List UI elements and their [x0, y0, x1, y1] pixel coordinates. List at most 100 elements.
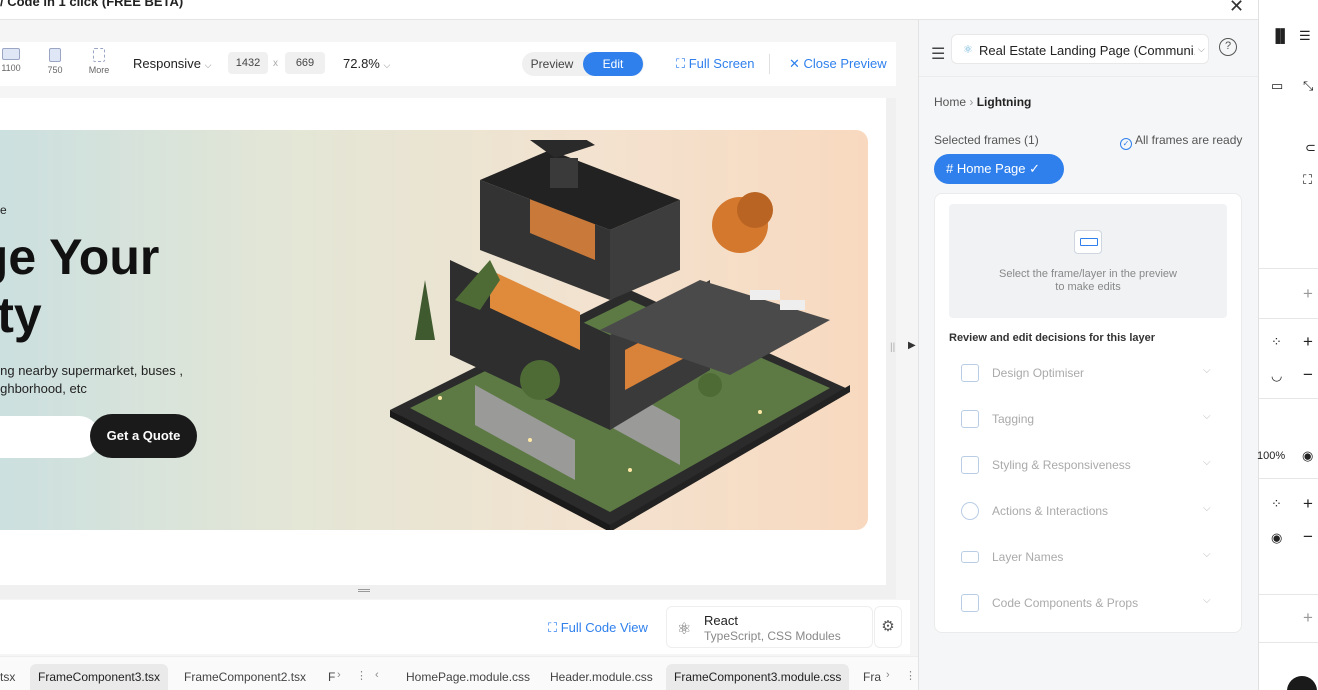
file-tab[interactable]: Header.module.css: [542, 664, 661, 690]
add-icon[interactable]: +: [1303, 608, 1313, 628]
more-icon[interactable]: ⋮: [905, 669, 916, 682]
file-tab-active[interactable]: FrameComponent3.module.css: [666, 664, 850, 690]
file-tab[interactable]: Fra: [855, 664, 889, 690]
bar-chart-icon[interactable]: ▐▌: [1271, 28, 1289, 43]
device-1100-button[interactable]: 1100: [0, 42, 31, 73]
preview-button[interactable]: Preview: [522, 52, 582, 76]
chevron-down-icon: ⌵: [1203, 457, 1211, 468]
viewport-mode-select[interactable]: Responsive ⌵: [133, 56, 211, 71]
section-tagging[interactable]: Tagging ⌵: [949, 404, 1227, 434]
grid-dots-icon[interactable]: ⁘: [1271, 496, 1282, 512]
panel-resize-handle[interactable]: ||: [890, 342, 895, 353]
expand-icon: ⛶: [548, 620, 558, 635]
file-tab[interactable]: tsx: [0, 664, 23, 690]
file-tab[interactable]: FrameComponent2.tsx: [176, 664, 314, 690]
hidden-eye-icon[interactable]: ◡: [1271, 368, 1282, 384]
file-tab[interactable]: HomePage.module.css: [398, 664, 538, 690]
close-icon[interactable]: ✕: [1229, 0, 1244, 17]
grid-dots-icon[interactable]: ⁘: [1271, 334, 1282, 350]
review-title: Review and edit decisions for this layer: [949, 332, 1156, 344]
frame-icon[interactable]: ▭: [1271, 78, 1283, 94]
expand-icon[interactable]: ⛶: [1303, 172, 1312, 188]
section-label: Layer Names: [992, 550, 1064, 564]
device-label: More: [88, 65, 110, 75]
description-line: hing nearby supermarket, buses ,: [0, 363, 183, 378]
chevron-right-icon[interactable]: ›: [337, 669, 341, 681]
hint-line: Select the frame/layer in the preview: [999, 268, 1177, 280]
viewport-mode-value: Responsive: [133, 56, 201, 71]
house-illustration: [390, 140, 850, 530]
tag-icon: [961, 410, 979, 428]
preview-canvas[interactable]: e age Your erty hing nearby supermarket,…: [0, 98, 886, 585]
divider: [919, 76, 1259, 77]
width-input[interactable]: 1432: [228, 52, 268, 74]
chevron-right-icon: ›: [969, 95, 977, 109]
help-icon[interactable]: ?: [1219, 38, 1237, 56]
full-code-view-button[interactable]: ⛶ Full Code View: [548, 620, 648, 636]
close-icon: ✕: [789, 56, 800, 71]
chevron-down-icon: ⌵: [1203, 365, 1211, 376]
email-field[interactable]: [0, 416, 100, 458]
add-icon[interactable]: +: [1303, 284, 1313, 304]
section-code-components-props[interactable]: Code Components & Props ⌵: [949, 588, 1227, 618]
select-layer-hint: Select the frame/layer in the preview to…: [949, 204, 1227, 318]
close-preview-button[interactable]: ✕ Close Preview: [789, 56, 887, 72]
zoom-select[interactable]: 72.8% ⌵: [343, 56, 390, 71]
project-name: Real Estate Landing Page (Communi...: [979, 43, 1195, 58]
full-code-view-label: Full Code View: [560, 620, 648, 635]
interaction-icon: [961, 502, 979, 520]
section-label: Code Components & Props: [992, 596, 1139, 610]
section-actions-interactions[interactable]: Actions & Interactions ⌵: [949, 496, 1227, 526]
section-styling-responsiveness[interactable]: Styling & Responsiveness ⌵: [949, 450, 1227, 480]
device-more-button[interactable]: More: [79, 42, 119, 75]
chevron-down-icon: ⌵: [1203, 549, 1211, 560]
frames-ready-status: ✓ All frames are ready: [1120, 133, 1242, 150]
chevron-down-icon: ⌵: [1198, 44, 1205, 54]
edit-button[interactable]: Edit: [583, 52, 643, 76]
chevron-down-icon: ⌵: [383, 60, 391, 70]
settings-button[interactable]: ⚙: [874, 606, 902, 648]
get-a-quote-button[interactable]: Get a Quote: [90, 414, 197, 458]
height-input[interactable]: 669: [285, 52, 325, 74]
window-titlebar: / Code in 1 click (FREE BETA) ✕: [0, 0, 1258, 20]
menu-icon[interactable]: ☰: [931, 44, 945, 64]
framework-name: React: [704, 613, 738, 628]
preview-edit-toggle: Preview Edit: [522, 52, 644, 76]
device-750-button[interactable]: 750: [35, 42, 75, 75]
tablet-icon: [49, 48, 61, 62]
chevron-left-icon[interactable]: ‹: [375, 669, 379, 681]
frame-chip-home-page[interactable]: # Home Page ✓: [934, 154, 1064, 184]
file-tab-active[interactable]: FrameComponent3.tsx: [30, 664, 169, 690]
resize-handle[interactable]: [358, 589, 370, 592]
add-icon[interactable]: +: [1303, 332, 1313, 352]
caret-right-icon[interactable]: ▶: [908, 340, 916, 351]
align-icon[interactable]: ☰: [1299, 28, 1311, 44]
section-layer-names[interactable]: Layer Names ⌵: [949, 542, 1227, 572]
framework-select[interactable]: ⚛ React TypeScript, CSS Modules: [666, 606, 873, 648]
add-icon[interactable]: +: [1303, 494, 1313, 514]
breadcrumb-home[interactable]: Home: [934, 95, 966, 109]
full-screen-button[interactable]: ⛶ Full Screen: [676, 56, 754, 72]
section-label: Tagging: [992, 412, 1035, 426]
check-circle-icon: ✓: [1120, 138, 1132, 150]
eye-icon[interactable]: ◉: [1302, 448, 1313, 464]
project-select[interactable]: ⚛ Real Estate Landing Page (Communi... ⌵: [951, 34, 1209, 64]
laptop-icon: [2, 48, 20, 60]
frames-ready-label: All frames are ready: [1135, 133, 1243, 147]
chevron-down-icon: ⌵: [1203, 411, 1211, 422]
collapse-icon[interactable]: ⤡: [1303, 78, 1313, 94]
opacity-value[interactable]: 100%: [1257, 450, 1285, 462]
more-icon[interactable]: ⋮: [356, 669, 367, 682]
help-bubble[interactable]: [1287, 676, 1317, 690]
chevron-right-icon[interactable]: ›: [886, 669, 890, 681]
eye-icon[interactable]: ◉: [1271, 530, 1282, 546]
section-design-optimiser[interactable]: Design Optimiser ⌵: [949, 358, 1227, 388]
chevron-down-icon: ⌵: [1203, 503, 1211, 514]
minus-icon[interactable]: −: [1303, 527, 1313, 547]
minus-icon[interactable]: −: [1303, 365, 1313, 385]
device-label: 750: [47, 65, 63, 75]
link-icon[interactable]: ⊂: [1305, 140, 1316, 156]
description-line: eighborhood, etc: [0, 381, 87, 396]
hash-icon: #: [946, 161, 954, 176]
hint-line: to make edits: [1055, 281, 1121, 293]
